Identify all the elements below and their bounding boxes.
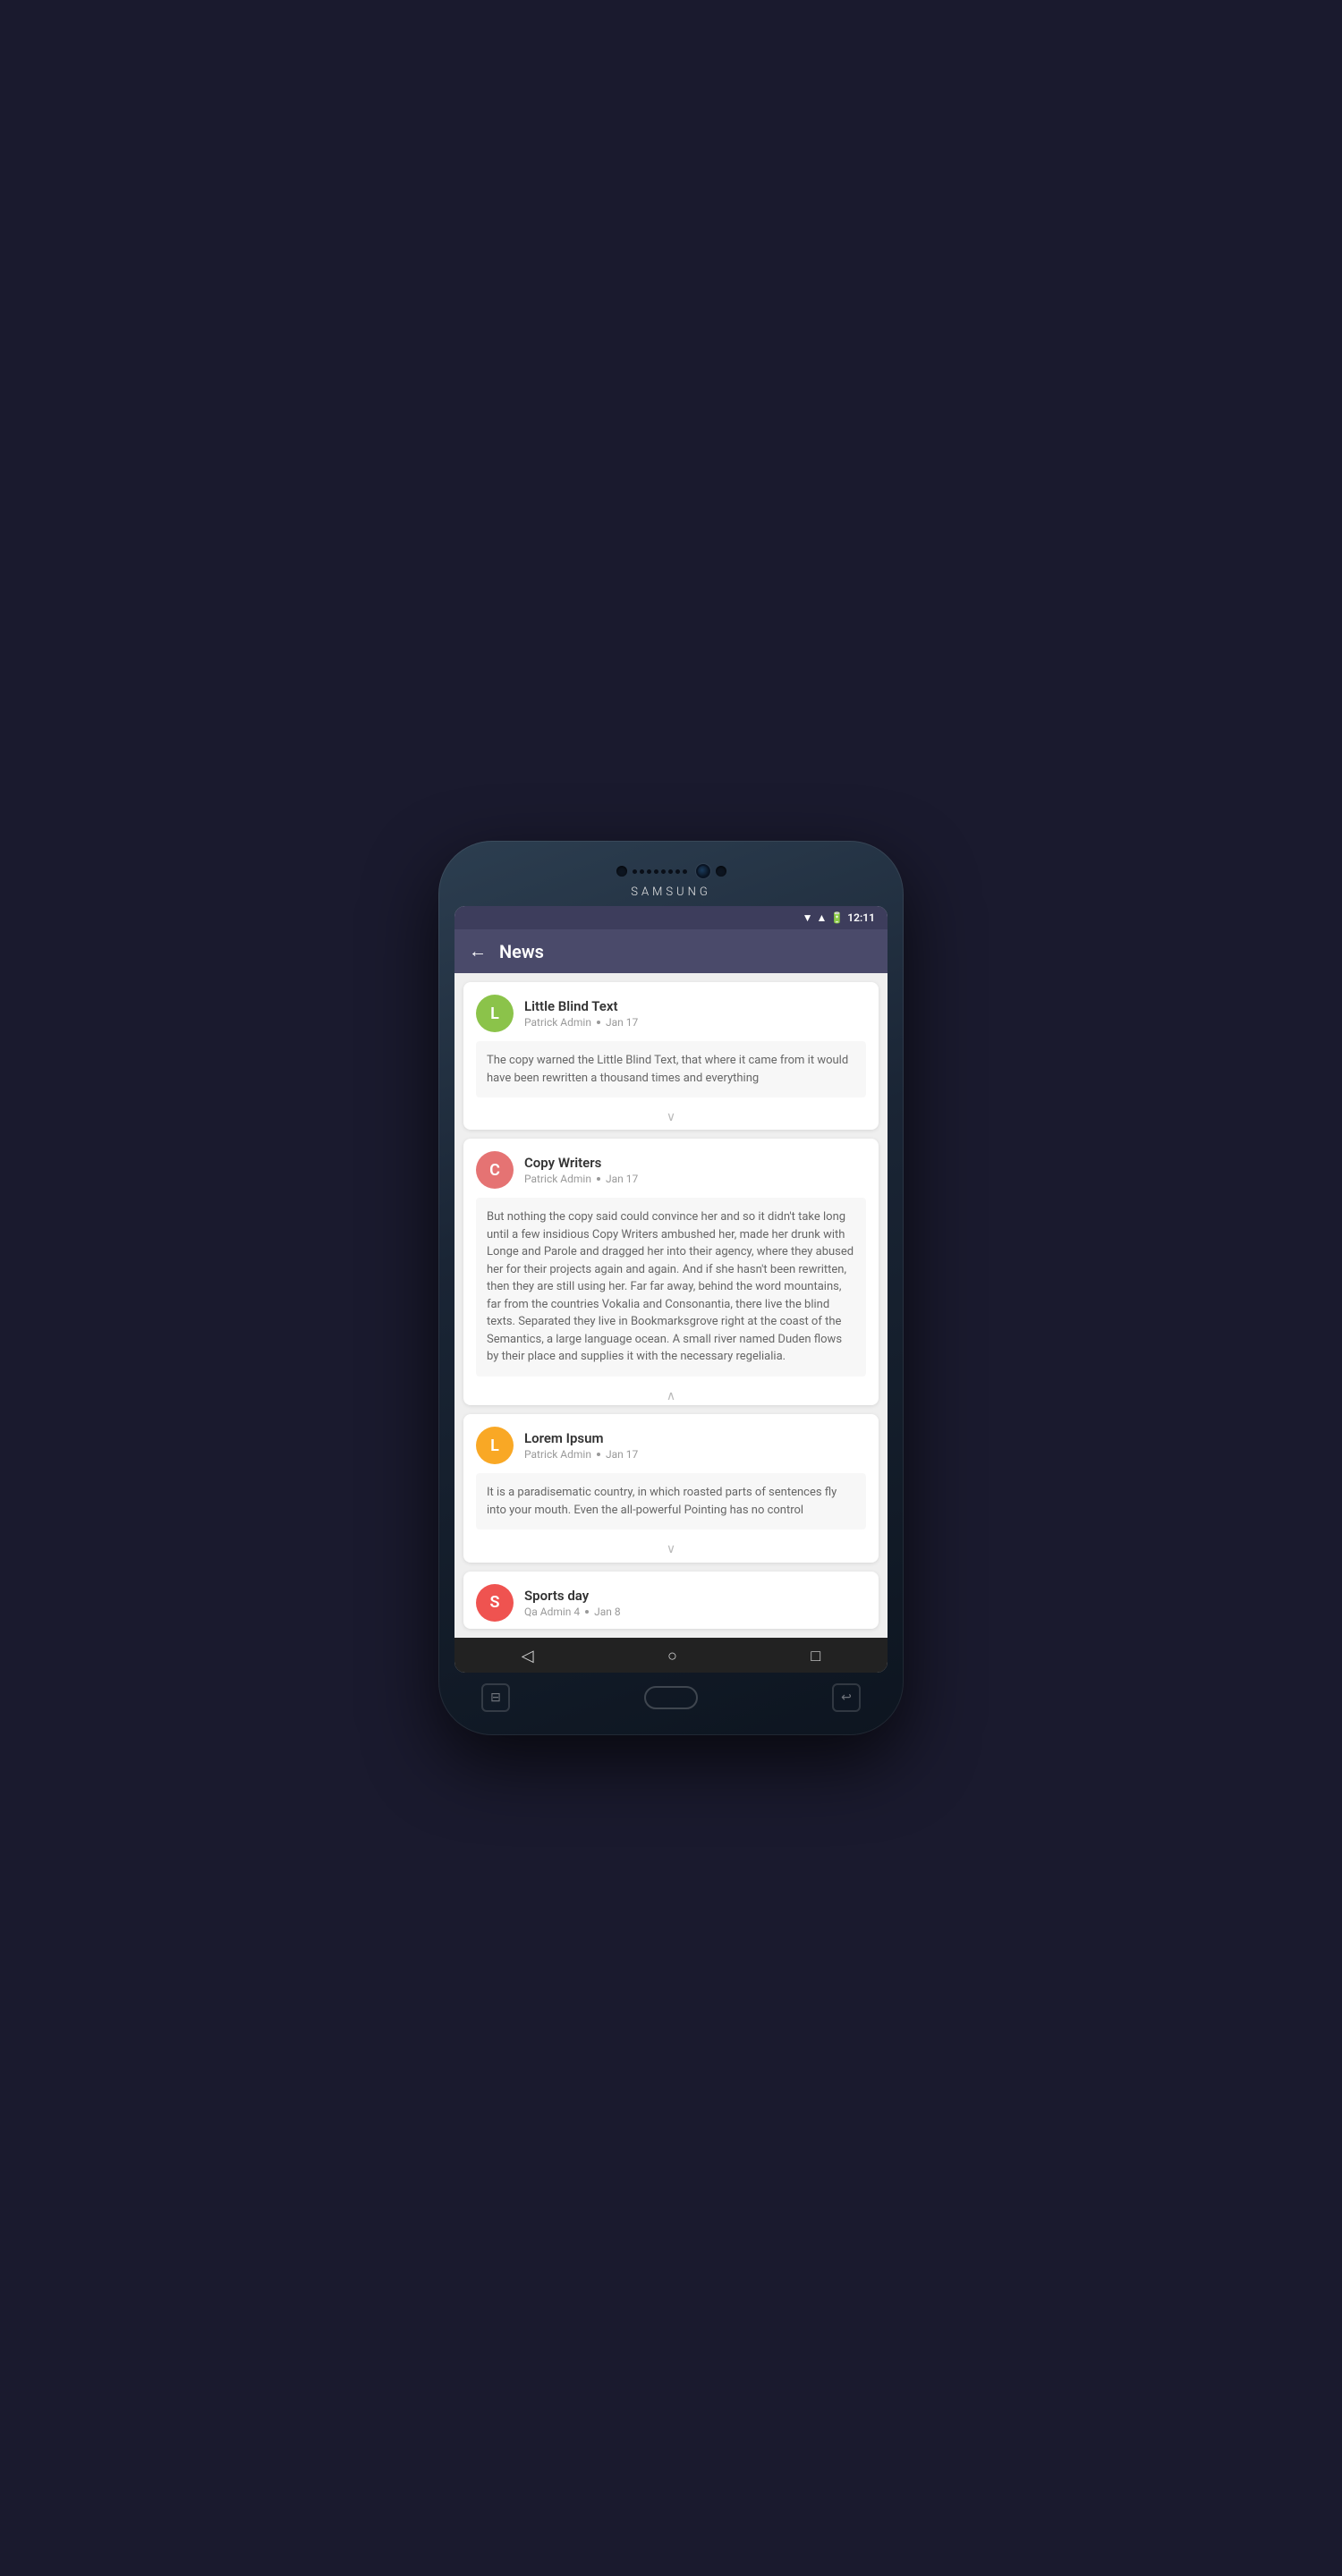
card-author-4: Qa Admin 4 [524, 1606, 580, 1618]
hw-home-pill[interactable] [644, 1686, 698, 1709]
status-time: 12:11 [847, 911, 875, 924]
bottom-nav: ◁ ○ □ [454, 1638, 888, 1673]
speaker-dot-left [616, 866, 627, 877]
dot-3 [597, 1453, 600, 1456]
card-author-1: Patrick Admin [524, 1016, 591, 1029]
avatar-4: S [476, 1584, 514, 1622]
avatar-1: L [476, 995, 514, 1032]
card-footer-1[interactable]: ∨ [463, 1105, 879, 1130]
card-author-3: Patrick Admin [524, 1448, 591, 1461]
card-subtitle-2: Patrick Admin Jan 17 [524, 1173, 866, 1185]
card-body-2: But nothing the copy said could convince… [476, 1198, 866, 1377]
phone-top [454, 857, 888, 884]
dot-4 [585, 1610, 589, 1614]
card-header-2: C Copy Writers Patrick Admin Jan 17 [463, 1139, 879, 1198]
card-date-2: Jan 17 [606, 1173, 638, 1185]
card-subtitle-4: Qa Admin 4 Jan 8 [524, 1606, 866, 1618]
wifi-icon: ▼ [803, 911, 813, 924]
card-header-4: S Sports day Qa Admin 4 Jan 8 [463, 1572, 879, 1629]
battery-icon: 🔋 [830, 911, 844, 924]
news-card-sports-day: S Sports day Qa Admin 4 Jan 8 [463, 1572, 879, 1629]
card-header-1: L Little Blind Text Patrick Admin Jan 17 [463, 982, 879, 1041]
brand-label: SAMSUNG [454, 884, 888, 906]
card-footer-2[interactable]: ∧ [463, 1384, 879, 1406]
card-author-2: Patrick Admin [524, 1173, 591, 1185]
news-card-little-blind-text: L Little Blind Text Patrick Admin Jan 17… [463, 982, 879, 1130]
page-title: News [499, 941, 544, 962]
news-card-lorem-ipsum: L Lorem Ipsum Patrick Admin Jan 17 It is… [463, 1414, 879, 1562]
avatar-3: L [476, 1427, 514, 1464]
card-meta-3: Lorem Ipsum Patrick Admin Jan 17 [524, 1430, 866, 1461]
card-date-3: Jan 17 [606, 1448, 638, 1461]
news-list: L Little Blind Text Patrick Admin Jan 17… [454, 973, 888, 1638]
app-header: ← News [454, 929, 888, 973]
card-subtitle-3: Patrick Admin Jan 17 [524, 1448, 866, 1461]
nav-recent-button[interactable]: □ [811, 1647, 820, 1665]
signal-icon: ▲ [816, 911, 827, 924]
card-subtitle-1: Patrick Admin Jan 17 [524, 1016, 866, 1029]
card-date-4: Jan 8 [594, 1606, 621, 1618]
hw-right-button[interactable]: ↩ [832, 1683, 861, 1712]
chevron-up-icon-2[interactable]: ∧ [667, 1389, 675, 1403]
phone-screen: ▼ ▲ 🔋 12:11 ← News L Little Blind Text P [454, 906, 888, 1673]
card-body-1: The copy warned the Little Blind Text, t… [476, 1041, 866, 1097]
avatar-2: C [476, 1151, 514, 1189]
status-icons: ▼ ▲ 🔋 12:11 [803, 911, 875, 924]
nav-home-button[interactable]: ○ [667, 1647, 677, 1665]
front-camera [696, 864, 710, 878]
news-card-copy-writers: C Copy Writers Patrick Admin Jan 17 But … [463, 1139, 879, 1405]
speaker-grille [633, 869, 687, 874]
card-body-3: It is a paradisematic country, in which … [476, 1473, 866, 1530]
back-button[interactable]: ← [469, 940, 487, 962]
hw-left-button[interactable]: ⊟ [481, 1683, 510, 1712]
card-header-3: L Lorem Ipsum Patrick Admin Jan 17 [463, 1414, 879, 1473]
phone-bottom: ⊟ ↩ [454, 1673, 888, 1719]
dot-2 [597, 1177, 600, 1181]
status-bar: ▼ ▲ 🔋 12:11 [454, 906, 888, 929]
hardware-bar: ⊟ ↩ [454, 1683, 888, 1712]
phone-device: SAMSUNG ▼ ▲ 🔋 12:11 ← News L Littl [438, 841, 904, 1735]
card-footer-3[interactable]: ∨ [463, 1537, 879, 1562]
card-title-2: Copy Writers [524, 1155, 866, 1171]
card-title-3: Lorem Ipsum [524, 1430, 866, 1446]
card-meta-4: Sports day Qa Admin 4 Jan 8 [524, 1588, 866, 1618]
card-meta-1: Little Blind Text Patrick Admin Jan 17 [524, 998, 866, 1029]
nav-back-button[interactable]: ◁ [522, 1647, 534, 1665]
card-title-1: Little Blind Text [524, 998, 866, 1014]
chevron-down-icon-3[interactable]: ∨ [667, 1542, 675, 1556]
card-date-1: Jan 17 [606, 1016, 638, 1029]
dot-1 [597, 1021, 600, 1024]
chevron-down-icon-1[interactable]: ∨ [667, 1110, 675, 1124]
speaker-dot-right [716, 866, 726, 877]
card-title-4: Sports day [524, 1588, 866, 1604]
card-meta-2: Copy Writers Patrick Admin Jan 17 [524, 1155, 866, 1185]
